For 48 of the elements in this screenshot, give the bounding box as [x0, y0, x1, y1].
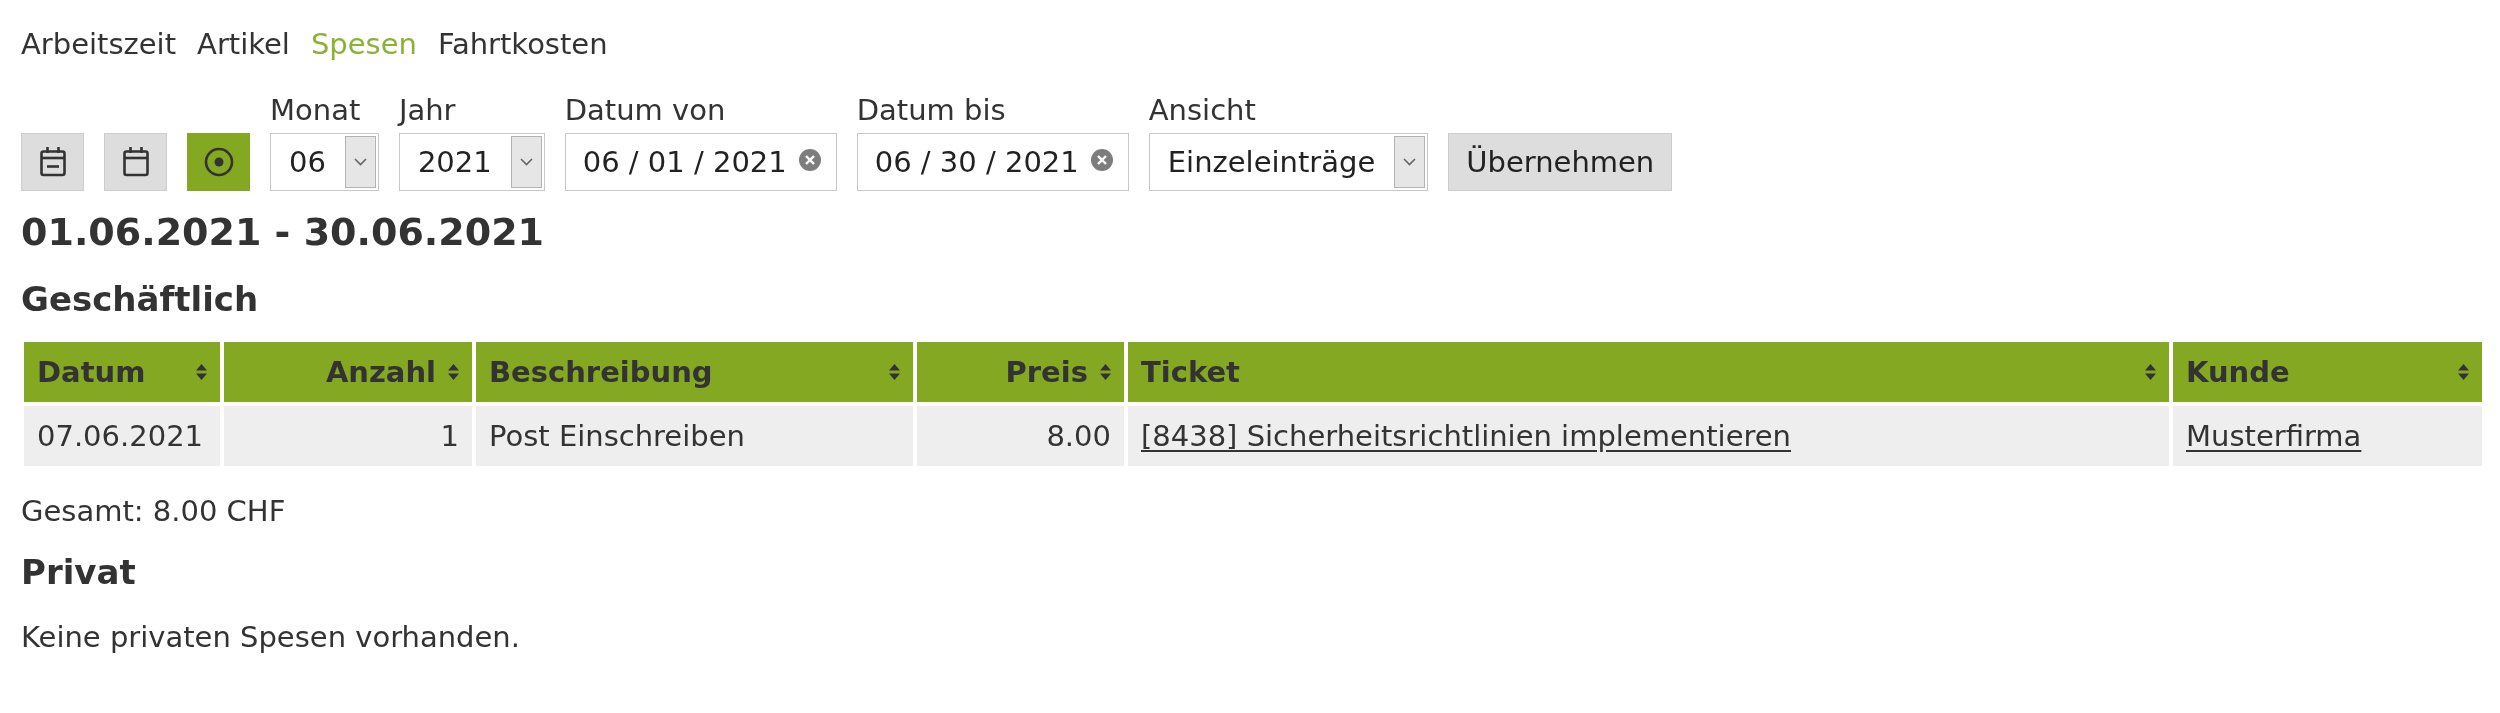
sort-icon [1100, 363, 1111, 382]
sort-icon [2458, 363, 2469, 382]
table-link[interactable]: [8438] Sicherheitsrichtlinien implementieren [1141, 419, 1791, 454]
clear-icon[interactable] [798, 148, 821, 171]
period-button[interactable] [104, 133, 167, 191]
sort-icon [2145, 363, 2156, 382]
nav-tab[interactable]: Arbeitszeit [21, 27, 177, 62]
column-header[interactable]: Ticket [1128, 342, 2169, 403]
field-label: Datum bis [856, 93, 1007, 128]
field-label: Datum von [564, 93, 727, 128]
column-header[interactable]: Preis [917, 342, 1124, 403]
column-header[interactable]: Beschreibung [476, 342, 913, 403]
column-header[interactable]: Datum [24, 342, 220, 403]
date-field[interactable]: 06 / 01 / 2021 [564, 133, 837, 191]
chevron-down-icon [510, 136, 542, 188]
period-button[interactable] [187, 133, 250, 191]
sort-icon [448, 363, 459, 382]
target-icon [203, 147, 234, 177]
field-label: Monat [270, 93, 362, 128]
apply-button[interactable]: Übernehmen [1448, 133, 1673, 191]
dropdown[interactable]: 06 [270, 133, 379, 191]
column-header[interactable]: Kunde [2173, 342, 2482, 403]
date-field[interactable]: 06 / 30 / 2021 [856, 133, 1129, 191]
section-title: Privat [21, 552, 137, 593]
table-cell: Post Einschreiben [476, 406, 913, 467]
period-button[interactable] [21, 133, 84, 191]
chevron-down-icon [1394, 136, 1426, 188]
column-header[interactable]: Anzahl [224, 342, 472, 403]
dropdown[interactable]: 2021 [398, 133, 545, 191]
calendar-icon [121, 147, 150, 177]
period-title: 01.06.2021 - 30.06.2021 [21, 210, 546, 256]
clear-icon[interactable] [1090, 148, 1113, 171]
calendar-minus-icon [38, 147, 67, 177]
table-cell: 07.06.2021 [24, 406, 220, 467]
total-text: Gesamt: 8.00 CHF [21, 494, 287, 530]
table-cell: 1 [224, 406, 472, 467]
table-cell: 8.00 [917, 406, 1124, 467]
nav-tab[interactable]: Artikel [197, 27, 290, 62]
nav-tab[interactable]: Fahrtkosten [437, 27, 608, 62]
dropdown[interactable]: Einzeleinträge [1148, 133, 1429, 191]
field-label: Ansicht [1148, 93, 1257, 128]
sort-icon [196, 363, 207, 382]
field-label: Jahr [398, 93, 457, 128]
sort-icon [889, 363, 900, 382]
chevron-down-icon [344, 136, 376, 188]
empty-message: Keine privaten Spesen vorhanden. [21, 620, 521, 655]
table-link[interactable]: Musterfirma [2186, 419, 2362, 454]
section-title: Geschäftlich [21, 278, 260, 320]
